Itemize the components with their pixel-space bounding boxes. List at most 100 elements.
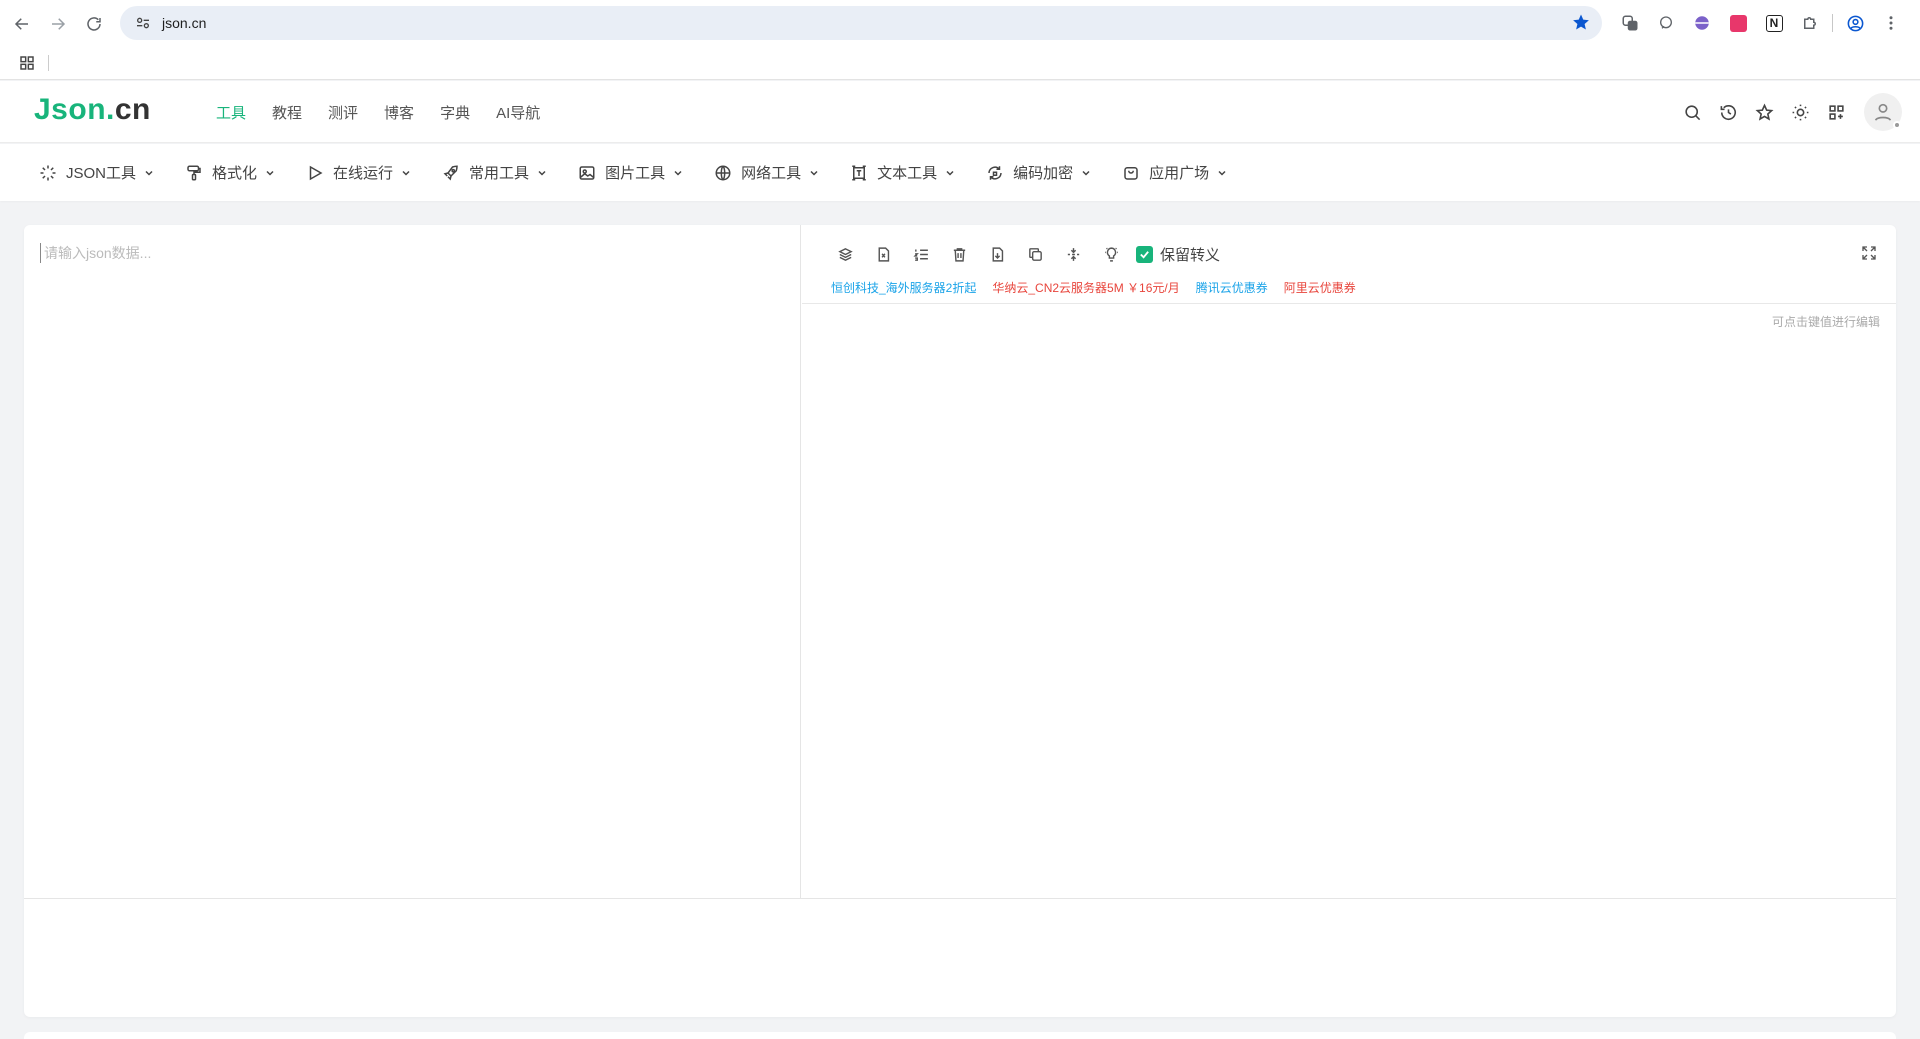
tab-search-icon[interactable] (1612, 8, 1648, 38)
json-input-editor[interactable]: 请输入json数据... (24, 225, 801, 898)
site-info-icon[interactable] (126, 6, 160, 40)
logo-cn: cn (114, 93, 151, 126)
bottom-panel (24, 898, 1896, 1017)
menu-run-online[interactable]: 在线运行 (305, 162, 411, 183)
menu-label: 应用广场 (1149, 165, 1210, 182)
menu-label: 格式化 (212, 165, 258, 182)
download-file-icon[interactable] (978, 241, 1016, 267)
edit-hint: 可点击键值进行编辑 (1771, 315, 1880, 329)
output-toolbar: 保留转义 (826, 241, 1220, 267)
next-card-edge (24, 1032, 1896, 1039)
theme-sun-icon[interactable] (1782, 94, 1818, 130)
keep-escape-toggle[interactable]: 保留转义 (1136, 244, 1220, 265)
search-icon[interactable] (1674, 94, 1710, 130)
check-icon[interactable] (1136, 245, 1153, 263)
menu-app-square[interactable]: 应用广场 (1121, 162, 1227, 183)
header-actions (1674, 81, 1902, 143)
favorite-star-icon[interactable] (1746, 94, 1782, 130)
paint-roller-icon (184, 163, 204, 183)
chevron-down-icon (537, 168, 547, 178)
sparkle-icon (38, 163, 58, 183)
menu-format[interactable]: 格式化 (184, 162, 275, 183)
forward-icon[interactable] (40, 6, 76, 42)
nav-dictionary[interactable]: 字典 (440, 102, 470, 123)
menu-label: 在线运行 (333, 165, 394, 182)
history-icon[interactable] (1710, 94, 1746, 130)
apps-icon[interactable] (1818, 94, 1854, 130)
reload-icon[interactable] (76, 6, 112, 42)
profile-icon[interactable] (1837, 8, 1873, 38)
nav-blog[interactable]: 博客 (384, 102, 414, 123)
ordered-list-icon[interactable] (902, 241, 940, 267)
keep-escape-label: 保留转义 (1160, 246, 1221, 264)
menu-json-tools[interactable]: JSON工具 (38, 162, 154, 183)
toolbar-separator (1832, 14, 1833, 32)
promo-links: 恒创科技_海外服务器2折起 华纳云_CN2云服务器5M ￥16元/月 腾讯云优惠… (831, 279, 1372, 296)
main-nav: 工具 教程 测评 博客 字典 AI导航 (216, 81, 566, 143)
menu-label: 图片工具 (605, 165, 666, 182)
chevron-down-icon (945, 168, 955, 178)
nav-ai-navigation[interactable]: AI导航 (496, 102, 540, 123)
chat-icon[interactable] (1648, 8, 1684, 38)
site-header: Json.cn 工具 教程 测评 博客 字典 AI导航 (0, 81, 1920, 143)
more-icon[interactable] (1873, 8, 1909, 38)
browser-toolbar: json.cn N (0, 0, 1920, 47)
chevron-down-icon (401, 168, 411, 178)
bag-icon (1121, 163, 1141, 183)
puzzle-icon[interactable] (1792, 8, 1828, 38)
notion-icon[interactable]: N (1756, 8, 1792, 38)
image-icon (577, 163, 597, 183)
promo-link[interactable]: 华纳云_CN2云服务器5M ￥16元/月 (992, 279, 1179, 296)
menu-encode-encrypt[interactable]: 编码加密 (985, 162, 1091, 183)
nav-reviews[interactable]: 测评 (328, 102, 358, 123)
menu-text-tools[interactable]: 文本工具 (849, 162, 955, 183)
tool-category-menu: JSON工具 格式化 在线运行 常用工具 图片工具 网络工具 文本工具 编码加密 (0, 144, 1920, 201)
lightbulb-icon[interactable] (1092, 241, 1130, 267)
url-text[interactable]: json.cn (162, 15, 206, 31)
trash-icon[interactable] (940, 241, 978, 267)
menu-label: 网络工具 (741, 165, 802, 182)
editor-card: 请输入json数据... 保留转义 恒创科技_海外服务器2折起 华纳云_CN2云… (24, 225, 1896, 1017)
status-dot (1893, 121, 1901, 129)
menu-common-tools[interactable]: 常用工具 (441, 162, 547, 183)
nav-tutorials[interactable]: 教程 (272, 102, 302, 123)
play-icon (305, 163, 325, 183)
compress-icon[interactable] (1054, 241, 1092, 267)
nav-tools[interactable]: 工具 (216, 102, 246, 123)
logo-json: Json (34, 93, 107, 126)
menu-image-tools[interactable]: 图片工具 (577, 162, 683, 183)
bookmark-star-icon[interactable] (1572, 13, 1590, 36)
excel-file-icon[interactable] (864, 241, 902, 267)
globe-ext-icon[interactable] (1684, 8, 1720, 38)
divider (802, 303, 1896, 304)
extensions-bar: N (1612, 8, 1909, 38)
menu-label: 编码加密 (1013, 165, 1074, 182)
chevron-down-icon (1217, 168, 1227, 178)
menu-label: JSON工具 (66, 165, 137, 182)
promo-link[interactable]: 腾讯云优惠券 (1196, 279, 1268, 296)
user-avatar[interactable] (1864, 93, 1902, 131)
back-icon[interactable] (4, 6, 40, 42)
fullscreen-icon[interactable] (1858, 242, 1880, 264)
copy-icon[interactable] (1016, 241, 1054, 267)
menu-label: 常用工具 (469, 165, 530, 182)
promo-link[interactable]: 恒创科技_海外服务器2折起 (831, 279, 976, 296)
user-icon (1874, 103, 1892, 121)
menu-network-tools[interactable]: 网络工具 (713, 162, 819, 183)
globe-icon (713, 163, 733, 183)
address-bar[interactable]: json.cn (120, 6, 1602, 40)
json-input-placeholder[interactable]: 请输入json数据... (40, 243, 151, 263)
layers-icon[interactable] (826, 241, 864, 267)
bookmark-separator (48, 55, 49, 71)
chevron-down-icon (673, 168, 683, 178)
apps-grid-icon[interactable] (12, 48, 42, 78)
refresh-lock-icon (985, 163, 1005, 183)
chevron-down-icon (1081, 168, 1091, 178)
rocket-icon (441, 163, 461, 183)
chevron-down-icon (265, 168, 275, 178)
site-logo[interactable]: Json.cn (34, 93, 151, 127)
promo-link[interactable]: 阿里云优惠券 (1284, 279, 1356, 296)
bookmarks-bar (0, 47, 1920, 80)
menu-label: 文本工具 (877, 165, 938, 182)
translate-ext-icon[interactable] (1720, 8, 1756, 38)
